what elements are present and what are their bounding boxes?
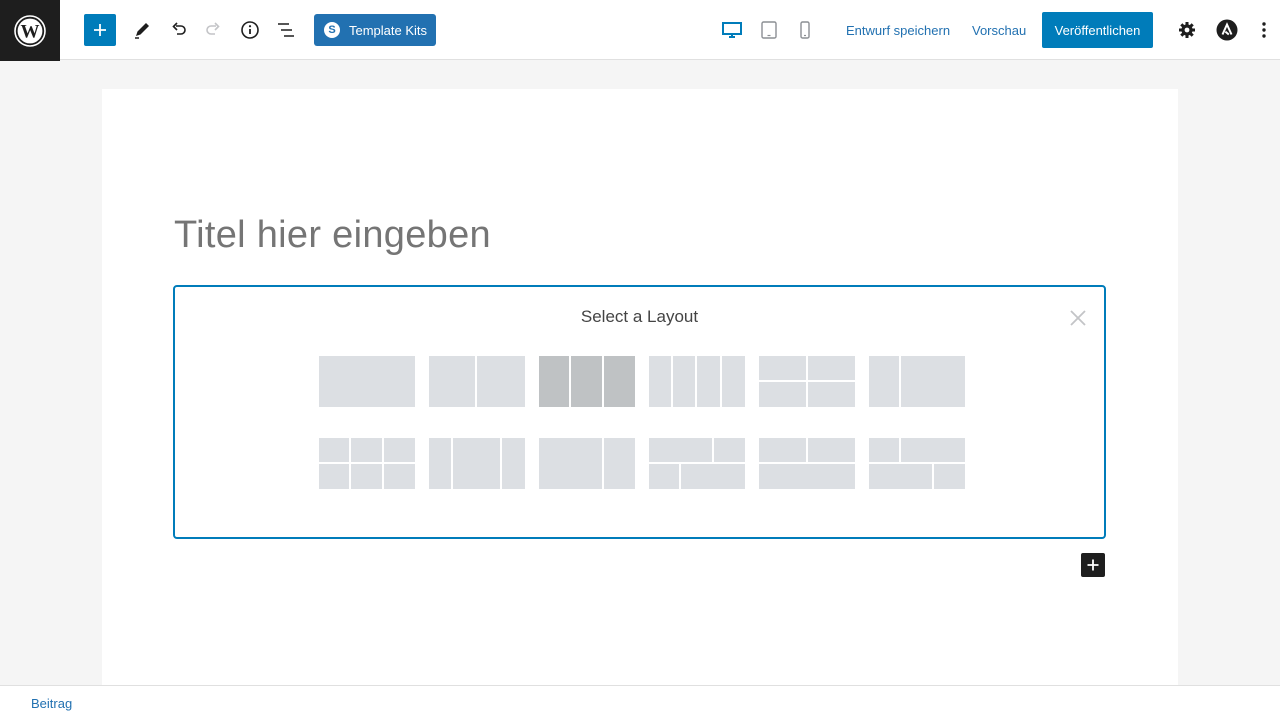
layout-cell: [351, 464, 382, 489]
layout-cell: [539, 356, 569, 407]
layout-option-2-3-1-3[interactable]: [539, 438, 635, 489]
block-inserter-button[interactable]: [84, 14, 116, 46]
preview-mobile-button[interactable]: [789, 14, 821, 46]
details-button[interactable]: [234, 14, 266, 46]
layout-option-2-columns[interactable]: [429, 356, 525, 407]
astra-icon: [1216, 19, 1238, 41]
more-options-button[interactable]: [1248, 14, 1280, 46]
layout-cell: [571, 356, 602, 407]
layout-cell: [934, 464, 965, 489]
layout-cell: [649, 464, 679, 489]
undo-button[interactable]: [162, 14, 194, 46]
plus-icon: [94, 24, 106, 36]
mobile-icon: [800, 21, 810, 39]
layout-cell: [759, 356, 806, 380]
tools-button[interactable]: [126, 14, 158, 46]
preview-desktop-button[interactable]: [716, 14, 748, 46]
layout-cell: [869, 438, 899, 462]
layout-option-1-3-2-3[interactable]: [869, 356, 965, 407]
info-icon: [241, 21, 259, 39]
add-block-button[interactable]: [1081, 553, 1105, 577]
template-kits-button[interactable]: S Template Kits: [314, 14, 436, 46]
layout-option-3x2-grid[interactable]: [319, 438, 415, 489]
layout-option-2-over-1[interactable]: [759, 438, 855, 489]
layout-cell: [759, 382, 806, 407]
preview-button[interactable]: Vorschau: [972, 23, 1026, 38]
layout-cell: [673, 356, 695, 407]
settings-button[interactable]: [1171, 14, 1203, 46]
layout-cell: [384, 464, 415, 489]
editor-toolbar: W S Template Kits Entwurf speichern Vors…: [0, 0, 1280, 61]
close-layout-picker-button[interactable]: [1068, 308, 1088, 328]
layout-cell: [808, 356, 855, 380]
more-vertical-icon: [1262, 22, 1266, 38]
wordpress-logo-icon: W: [14, 14, 46, 47]
layout-option-2x2-grid[interactable]: [759, 356, 855, 407]
preview-tablet-button[interactable]: [753, 14, 785, 46]
desktop-icon: [722, 22, 742, 38]
breadcrumb-post[interactable]: Beitrag: [31, 696, 72, 711]
layout-picker: Select a Layout: [173, 285, 1106, 539]
layout-cell: [502, 438, 525, 489]
layout-cell: [759, 438, 806, 462]
layout-cell: [429, 438, 451, 489]
undo-icon: [172, 22, 186, 35]
post-title-input[interactable]: Titel hier eingeben: [174, 214, 491, 257]
layout-cell: [319, 464, 349, 489]
layout-cell: [429, 356, 475, 407]
layout-cell: [714, 438, 745, 462]
layout-cell: [319, 438, 349, 462]
layout-cell: [869, 464, 932, 489]
layout-cell: [539, 438, 602, 489]
template-kits-icon: S: [324, 22, 340, 38]
layout-cell: [384, 438, 415, 462]
layout-option-offset-grid[interactable]: [649, 438, 745, 489]
layout-cell: [901, 438, 965, 462]
wordpress-logo-button[interactable]: W: [0, 0, 60, 61]
tablet-icon: [761, 21, 777, 39]
redo-button[interactable]: [198, 14, 230, 46]
layout-cell: [319, 356, 415, 407]
layout-cell: [808, 382, 855, 407]
editor-footer: Beitrag: [0, 685, 1280, 720]
layout-option-1-column[interactable]: [319, 356, 415, 407]
publish-label: Veröffentlichen: [1054, 22, 1141, 38]
layout-option-4-columns[interactable]: [649, 356, 745, 407]
list-view-icon: [278, 23, 294, 37]
layout-option-1-4-1-2-1-4[interactable]: [429, 438, 525, 489]
layout-picker-title: Select a Layout: [580, 307, 699, 326]
svg-text:W: W: [21, 21, 40, 42]
layout-cell: [649, 356, 671, 407]
layout-cell: [477, 356, 525, 407]
plus-icon: [1087, 559, 1099, 571]
publish-button[interactable]: Veröffentlichen: [1042, 12, 1153, 48]
layout-cell: [759, 464, 855, 489]
layout-cell: [722, 356, 745, 407]
layout-cell: [649, 438, 712, 462]
layout-cell: [869, 356, 899, 407]
layout-cell: [604, 438, 635, 489]
pencil-icon: [135, 23, 149, 39]
layout-cell: [901, 356, 965, 407]
layout-cell: [351, 438, 382, 462]
layout-cell: [681, 464, 745, 489]
layout-option-3-columns[interactable]: [539, 356, 635, 407]
redo-icon: [206, 22, 220, 35]
save-draft-button[interactable]: Entwurf speichern: [846, 23, 950, 38]
layout-cell: [808, 438, 855, 462]
layout-cell: [604, 356, 635, 407]
layout-cell: [697, 356, 720, 407]
template-kits-label: Template Kits: [349, 22, 428, 38]
list-view-button[interactable]: [270, 14, 302, 46]
layout-cell: [453, 438, 500, 489]
layout-option-reverse-offset-grid[interactable]: [869, 438, 965, 489]
close-icon: [1070, 310, 1086, 326]
gear-icon: [1179, 22, 1195, 38]
astra-settings-button[interactable]: [1211, 14, 1243, 46]
